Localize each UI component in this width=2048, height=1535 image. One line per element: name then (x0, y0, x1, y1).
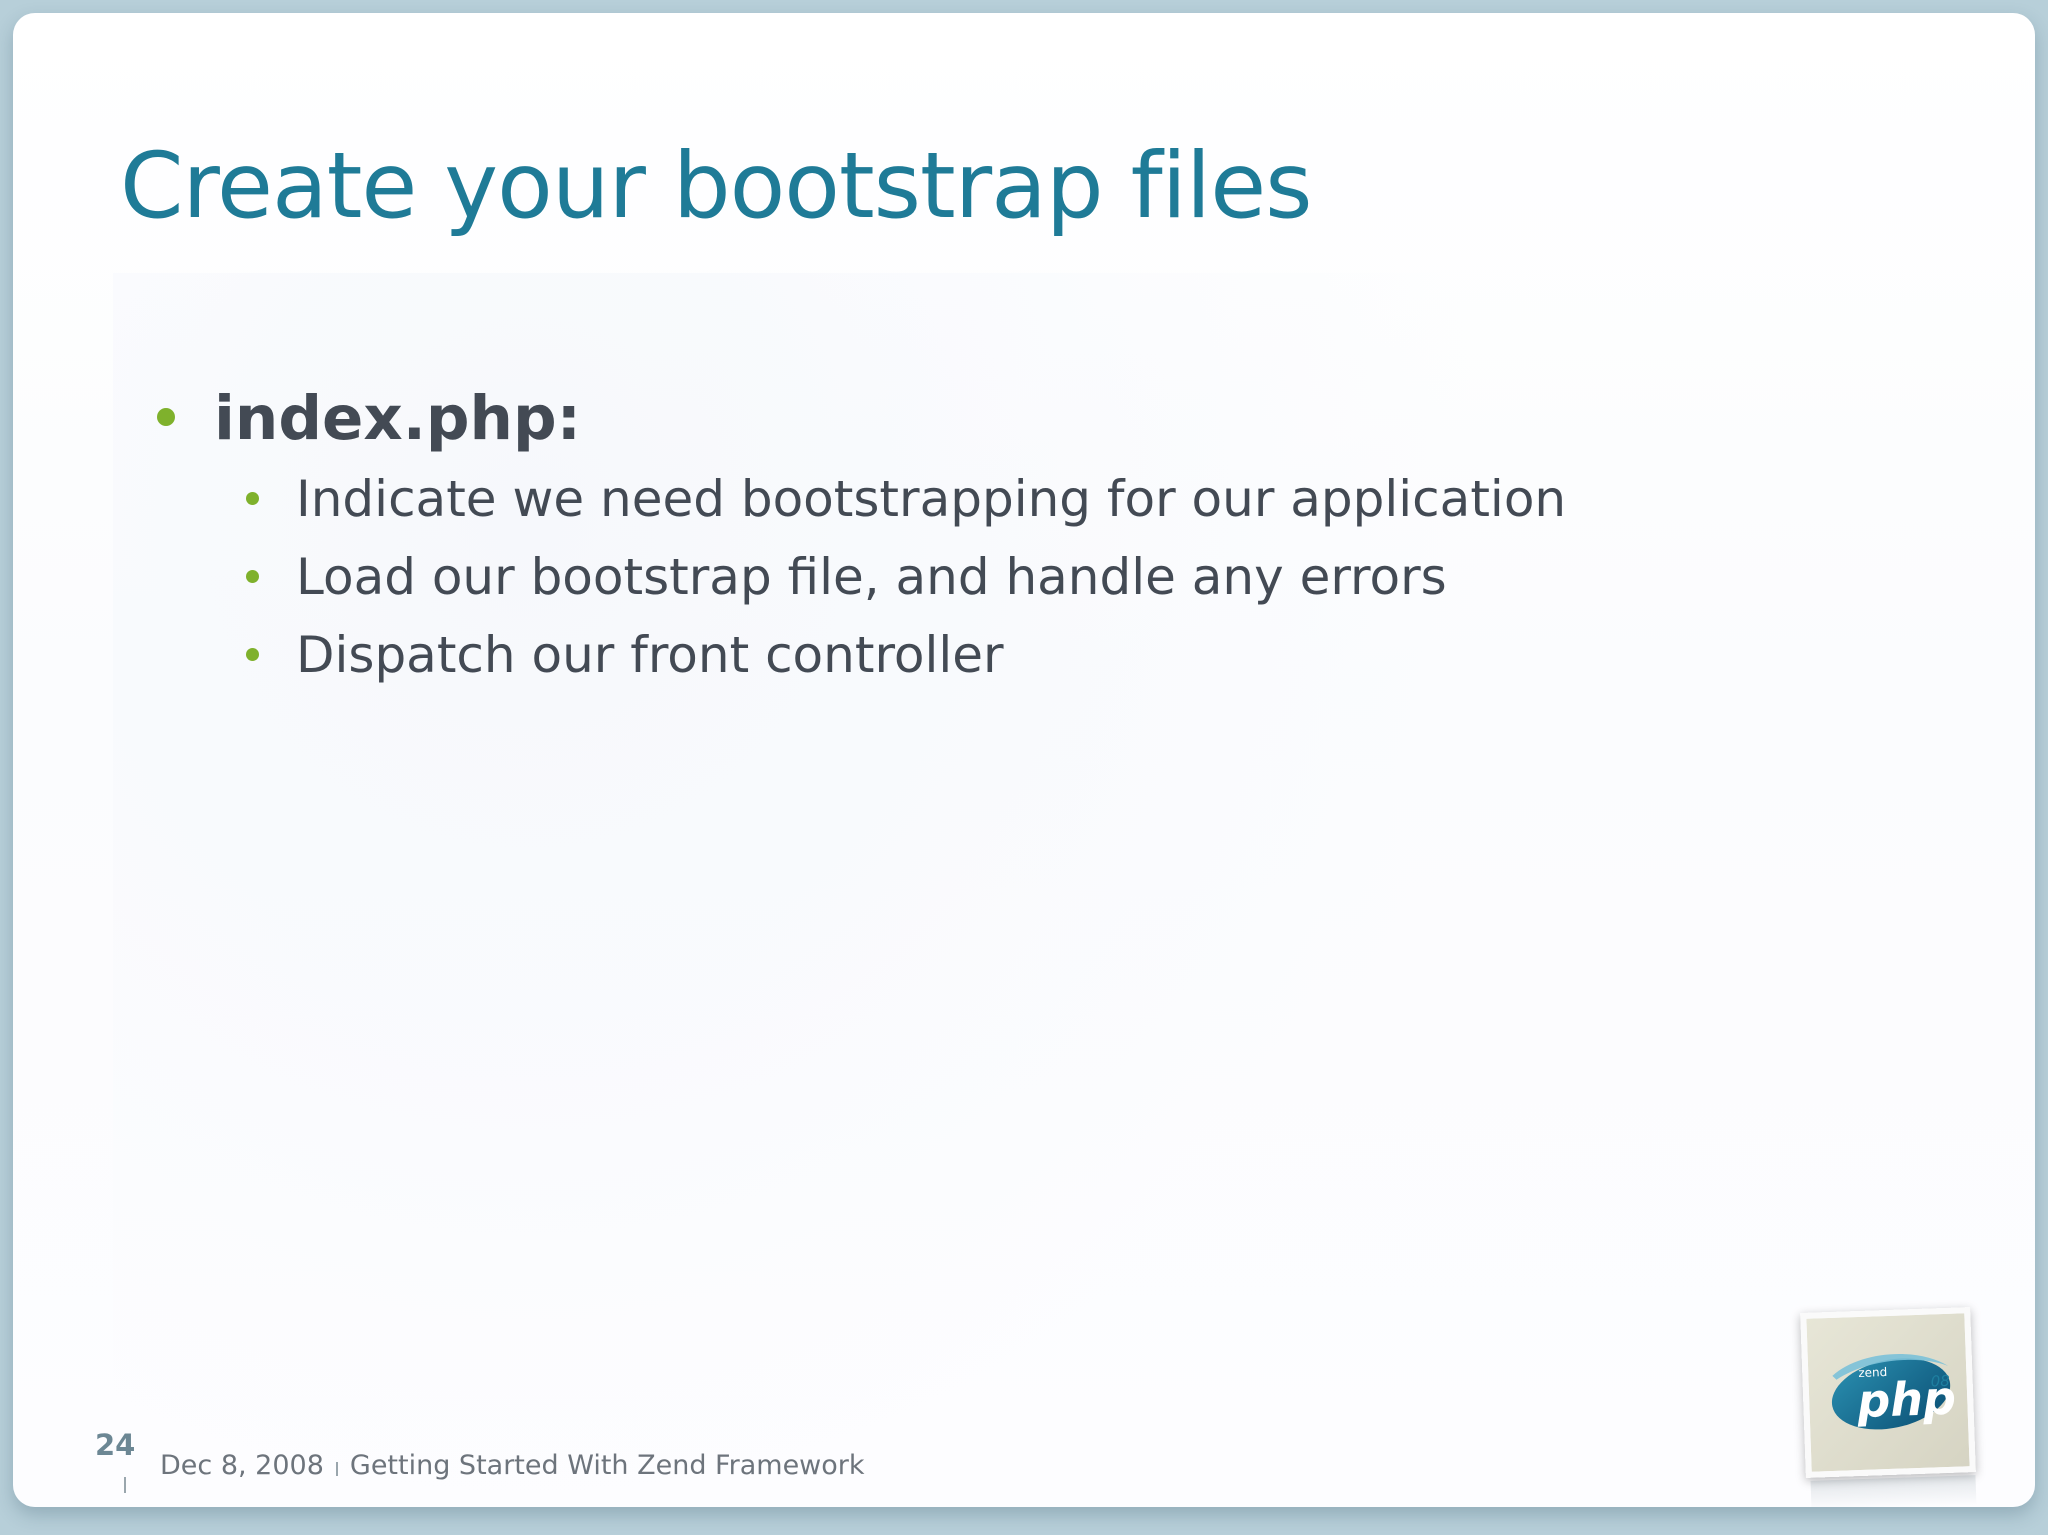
logo-card: zend php 08 (1800, 1307, 1976, 1478)
footer-date: Dec 8, 2008 (160, 1450, 324, 1481)
page-number-divider (124, 1477, 126, 1493)
footer: Dec 8, 2008 Getting Started With Zend Fra… (160, 1450, 865, 1481)
sub-bullet-item: Load our bootstrap file, and handle any … (120, 538, 1620, 616)
bullet-item-index-php: index.php: (120, 378, 1620, 460)
bullet-dot-icon (246, 648, 259, 661)
footer-separator (335, 1462, 338, 1476)
sub-bullet-text: Dispatch our front controller (296, 626, 1004, 684)
bullet-dot-icon (246, 570, 259, 583)
bullet-list: index.php: Indicate we need bootstrappin… (120, 378, 1620, 694)
bullet-text: index.php: (214, 383, 582, 454)
bullet-dot-icon (157, 408, 175, 426)
sub-bullet-text: Indicate we need bootstrapping for our a… (296, 470, 1567, 528)
footer-presentation-title: Getting Started With Zend Framework (349, 1450, 865, 1481)
zend-php-logo: zend php 08 (1793, 1300, 1993, 1507)
sub-bullet-item: Dispatch our front controller (120, 616, 1620, 694)
slide: Create your bootstrap files index.php: I… (13, 13, 2035, 1507)
slide-title: Create your bootstrap files (120, 134, 1313, 239)
logo-reflection (1810, 1475, 1977, 1507)
sub-bullet-text: Load our bootstrap file, and handle any … (296, 548, 1447, 606)
svg-text:08: 08 (1930, 1372, 1950, 1391)
bullet-dot-icon (246, 492, 259, 505)
page-number: 24 (95, 1428, 136, 1462)
sub-bullet-item: Indicate we need bootstrapping for our a… (120, 460, 1620, 538)
zend-php-logo-icon: zend php 08 (1831, 1354, 1957, 1430)
